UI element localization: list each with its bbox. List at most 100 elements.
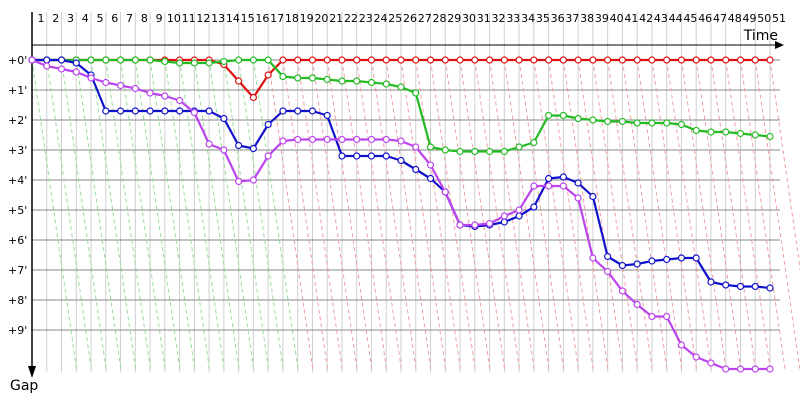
data-point	[589, 116, 597, 124]
x-tick-label: 3	[67, 12, 74, 25]
data-point	[633, 56, 641, 64]
data-point	[294, 74, 302, 82]
x-tick-label: 50	[757, 12, 771, 25]
data-point	[264, 152, 272, 160]
data-point	[102, 56, 110, 64]
data-point	[456, 221, 464, 229]
x-tick-label: 39	[595, 12, 609, 25]
data-point	[43, 62, 51, 70]
data-point	[353, 135, 361, 144]
lap-guide-line	[193, 59, 240, 373]
data-point	[382, 152, 390, 160]
data-point	[618, 56, 627, 64]
data-point	[692, 126, 700, 135]
data-point	[176, 107, 184, 115]
data-point	[441, 146, 449, 154]
lap-guide-line	[562, 59, 609, 373]
data-point	[663, 312, 671, 321]
data-point	[264, 120, 272, 129]
data-point	[471, 56, 479, 64]
x-tick-label: 12	[196, 12, 210, 25]
data-point	[766, 56, 774, 64]
data-point	[279, 56, 287, 64]
x-tick-label: 23	[359, 12, 373, 25]
data-point	[264, 71, 272, 79]
data-point	[736, 282, 745, 291]
data-point	[87, 56, 95, 64]
x-tick-label: 41	[624, 12, 638, 25]
data-point	[530, 138, 538, 147]
y-tick-label: +5'	[8, 204, 27, 217]
data-point	[500, 212, 508, 220]
data-point	[264, 56, 272, 64]
data-point	[574, 194, 582, 202]
x-tick-label: 6	[111, 12, 118, 25]
y-tick-label: +0'	[8, 54, 27, 67]
lap-guide-line	[385, 59, 432, 373]
data-point	[161, 92, 169, 100]
data-point	[677, 120, 686, 129]
data-point	[412, 143, 420, 151]
data-point	[471, 147, 479, 156]
data-point	[574, 56, 582, 64]
data-point	[692, 353, 700, 361]
data-point	[751, 56, 759, 64]
x-tick-label: 2	[52, 12, 59, 25]
lap-guide-line	[533, 59, 580, 373]
x-tick-label: 7	[126, 12, 133, 25]
lap-guide-line	[120, 59, 167, 373]
lap-guide-line	[621, 59, 668, 373]
data-point	[367, 135, 376, 144]
data-point	[559, 173, 567, 181]
x-tick-label: 1	[38, 12, 45, 25]
data-point	[707, 278, 715, 286]
lap-guide-line	[267, 59, 314, 373]
data-point	[515, 206, 523, 214]
data-point	[412, 56, 420, 64]
data-point	[294, 107, 302, 115]
data-point	[766, 132, 774, 141]
data-point	[116, 56, 125, 64]
y-tick-label: +1'	[8, 84, 27, 97]
data-point	[604, 117, 612, 126]
data-point	[441, 56, 449, 64]
lap-guide-line	[223, 59, 270, 373]
data-point	[707, 359, 715, 367]
data-point	[235, 141, 243, 150]
data-point	[308, 74, 317, 82]
data-point	[559, 182, 567, 190]
data-point	[485, 219, 494, 228]
data-point	[426, 143, 435, 151]
data-point	[412, 165, 420, 174]
lap-guide-line	[341, 59, 388, 373]
data-point	[589, 254, 597, 262]
data-point	[722, 281, 730, 289]
lap-guide-line	[356, 59, 403, 373]
data-point	[397, 137, 405, 145]
data-point	[485, 147, 494, 156]
x-tick-label: 33	[506, 12, 520, 25]
x-tick-label: 9	[156, 12, 163, 25]
y-tick-label: +4'	[8, 174, 27, 187]
x-tick-label: 42	[639, 12, 653, 25]
lap-guide-line	[252, 59, 299, 373]
data-point	[677, 56, 686, 64]
data-point	[663, 119, 671, 127]
data-point	[604, 56, 612, 64]
data-point	[72, 68, 80, 76]
data-point	[426, 161, 435, 169]
data-point	[515, 212, 523, 220]
data-point	[412, 89, 420, 97]
data-point	[116, 81, 125, 90]
y-tick-label: +2'	[8, 114, 27, 127]
data-point	[338, 135, 346, 144]
data-point	[618, 117, 627, 126]
lap-guide-line	[636, 59, 683, 373]
data-point	[618, 287, 627, 295]
x-tick-label: 32	[492, 12, 506, 25]
x-tick-label: 5	[97, 12, 104, 25]
lap-guide-line	[326, 59, 373, 373]
x-tick-label: 16	[255, 12, 269, 25]
data-point	[500, 56, 508, 64]
data-point	[766, 365, 774, 373]
